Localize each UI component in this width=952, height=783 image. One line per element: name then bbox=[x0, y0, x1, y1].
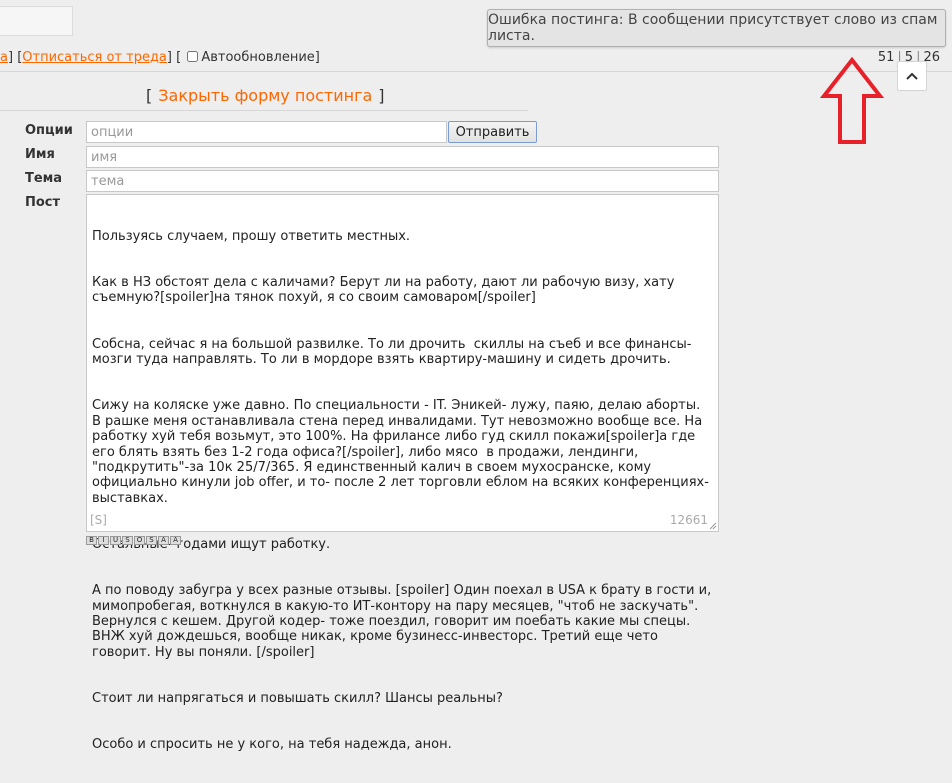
post-line: Сижу на коляске уже давно. По специально… bbox=[92, 398, 709, 506]
close-form-link[interactable]: Закрыть форму постинга bbox=[158, 86, 372, 105]
sub-button[interactable]: A bbox=[170, 536, 181, 545]
char-counter: 12661 bbox=[669, 513, 708, 527]
unsubscribe-thread-link[interactable]: Отписаться от треда bbox=[22, 50, 167, 65]
arrow-up-icon bbox=[820, 56, 884, 144]
resize-handle-icon[interactable] bbox=[709, 522, 717, 530]
divider bbox=[0, 110, 528, 111]
post-line: Собсна, сейчас я на большой развилке. То… bbox=[92, 336, 692, 368]
divider bbox=[0, 71, 952, 72]
autoupdate-checkbox[interactable] bbox=[187, 51, 199, 62]
spoiler-button[interactable]: S bbox=[146, 536, 157, 545]
overline-button[interactable]: O bbox=[134, 536, 145, 545]
post-label: Пост bbox=[25, 195, 61, 210]
top-left-panel bbox=[0, 6, 73, 36]
name-label: Имя bbox=[25, 147, 55, 162]
scroll-top-button[interactable] bbox=[897, 61, 927, 91]
thread-link-partial[interactable]: а bbox=[0, 50, 8, 65]
post-line: Как в НЗ обстоят дела с каличами? Берут … bbox=[92, 275, 679, 306]
spoiler-tag-button[interactable]: [S] bbox=[90, 513, 107, 527]
bold-button[interactable]: B bbox=[86, 536, 97, 545]
chevron-up-icon bbox=[906, 72, 918, 80]
post-line: А по поводу забугра у всех разные отзывы… bbox=[92, 583, 716, 660]
error-message: Ошибка постинга: В сообщении присутствуе… bbox=[488, 12, 938, 44]
subject-label: Тема bbox=[25, 171, 63, 186]
post-line: Остальные- годами ищут работку. bbox=[92, 536, 331, 552]
markup-toolbar: B I U S O S A A bbox=[86, 536, 181, 545]
italic-button[interactable]: I bbox=[98, 536, 109, 545]
close-form-control: [Закрыть форму постинга] bbox=[146, 86, 385, 105]
options-label: Опции bbox=[25, 123, 73, 138]
strike-button[interactable]: S bbox=[122, 536, 133, 545]
subject-input[interactable] bbox=[86, 170, 719, 192]
send-button[interactable]: Отправить bbox=[448, 121, 537, 143]
underline-button[interactable]: U bbox=[110, 536, 121, 545]
sup-button[interactable]: A bbox=[158, 536, 169, 545]
thread-controls: а] [Отписаться от треда] [ Автообновлени… bbox=[0, 50, 320, 65]
autoupdate-label: Автообновление bbox=[201, 50, 315, 65]
name-input[interactable] bbox=[86, 146, 719, 168]
post-line: Пользуясь случаем, прошу ответить местны… bbox=[92, 228, 411, 244]
post-line: Стоит ли напрягаться и повышать скилл? Ш… bbox=[92, 691, 503, 706]
post-line: Особо и спросить не у кого, на тебя наде… bbox=[92, 737, 452, 753]
options-input[interactable] bbox=[86, 121, 447, 143]
error-toast: Ошибка постинга: В сообщении присутствуе… bbox=[487, 9, 946, 47]
post-text: Пользуясь случаем, прошу ответить местны… bbox=[92, 198, 712, 783]
post-textarea[interactable]: Пользуясь случаем, прошу ответить местны… bbox=[86, 194, 719, 752]
